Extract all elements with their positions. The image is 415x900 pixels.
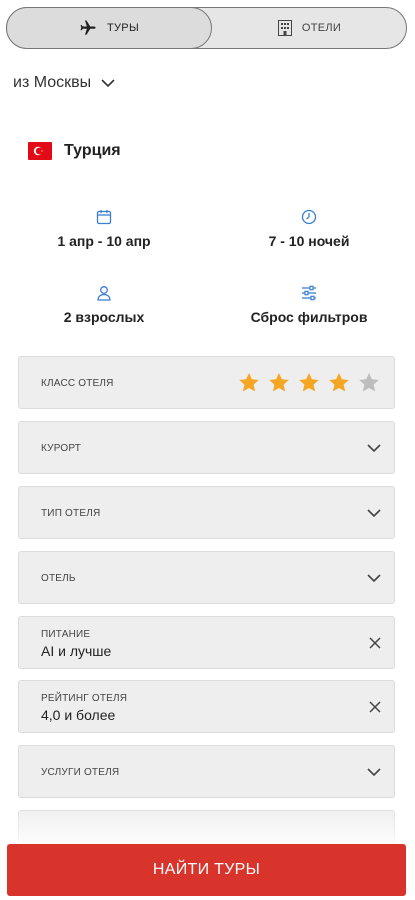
close-icon [369,700,381,713]
turkey-flag-icon [28,142,52,160]
tab-tours[interactable]: ТУРЫ [6,7,212,49]
airplane-icon [80,20,96,35]
filter-rating[interactable]: рейтинг отеля 4,0 и более [18,680,395,733]
country-name: Турция [64,142,121,159]
person-icon [97,286,111,301]
destination-country[interactable]: Турция [28,142,121,160]
guests-selector[interactable]: 2 взрослых [14,283,194,325]
star-icon[interactable] [357,371,381,395]
star-icon[interactable] [327,371,351,395]
chevron-down-icon [101,79,115,87]
star-icon[interactable] [267,371,291,395]
search-type-switch: ТУРЫ ОТЕЛИ [6,7,407,49]
clear-meal-button[interactable] [369,617,381,668]
filter-hotel-label: отель [41,573,76,584]
filter-hotel-class[interactable]: класс отеля [18,356,395,409]
origin-city-label: из Москвы [13,74,92,91]
find-tours-button[interactable]: НАЙТИ ТУРЫ [7,844,406,896]
reset-filters-label: Сброс фильтров [250,309,368,325]
clear-rating-button[interactable] [369,681,381,732]
tab-hotels-label: ОТЕЛИ [301,22,342,34]
filter-meal[interactable]: питание AI и лучше [18,616,395,669]
nights-selector[interactable]: 7 - 10 ночей [219,207,399,249]
filter-services-label: услуги отеля [41,767,120,778]
star-rating[interactable] [237,371,381,395]
filter-resort-label: курорт [41,443,82,454]
close-icon [369,636,381,649]
sliders-icon [302,285,316,301]
tab-tours-label: ТУРЫ [107,22,139,34]
guests-value: 2 взрослых [63,309,145,325]
nights-value: 7 - 10 ночей [268,233,350,249]
tab-hotels[interactable]: ОТЕЛИ [212,8,407,48]
chevron-down-icon [367,573,381,582]
filter-hotel-type-label: тип отеля [41,508,101,519]
filter-rating-value: 4,0 и более [41,707,116,723]
filter-hotel-type[interactable]: тип отеля [18,486,395,539]
building-icon [277,20,292,36]
filter-rating-label: рейтинг отеля [41,693,128,704]
filter-hotel[interactable]: отель [18,551,395,604]
star-icon[interactable] [237,371,261,395]
dates-value: 1 апр - 10 апр [57,233,151,249]
filter-services[interactable]: услуги отеля [18,745,395,798]
filter-resort[interactable]: курорт [18,421,395,474]
origin-city-select[interactable]: из Москвы [13,74,115,92]
find-tours-label: НАЙТИ ТУРЫ [152,861,261,878]
reset-filters-button[interactable]: Сброс фильтров [219,283,399,325]
filter-meal-value: AI и лучше [41,643,112,659]
filter-meal-label: питание [41,629,91,640]
chevron-down-icon [367,508,381,517]
chevron-down-icon [367,443,381,452]
filter-hotel-class-label: класс отеля [41,378,114,389]
star-icon[interactable] [297,371,321,395]
dates-selector[interactable]: 1 апр - 10 апр [14,207,194,249]
calendar-icon [96,210,112,225]
chevron-down-icon [367,767,381,776]
clock-icon [301,209,317,225]
